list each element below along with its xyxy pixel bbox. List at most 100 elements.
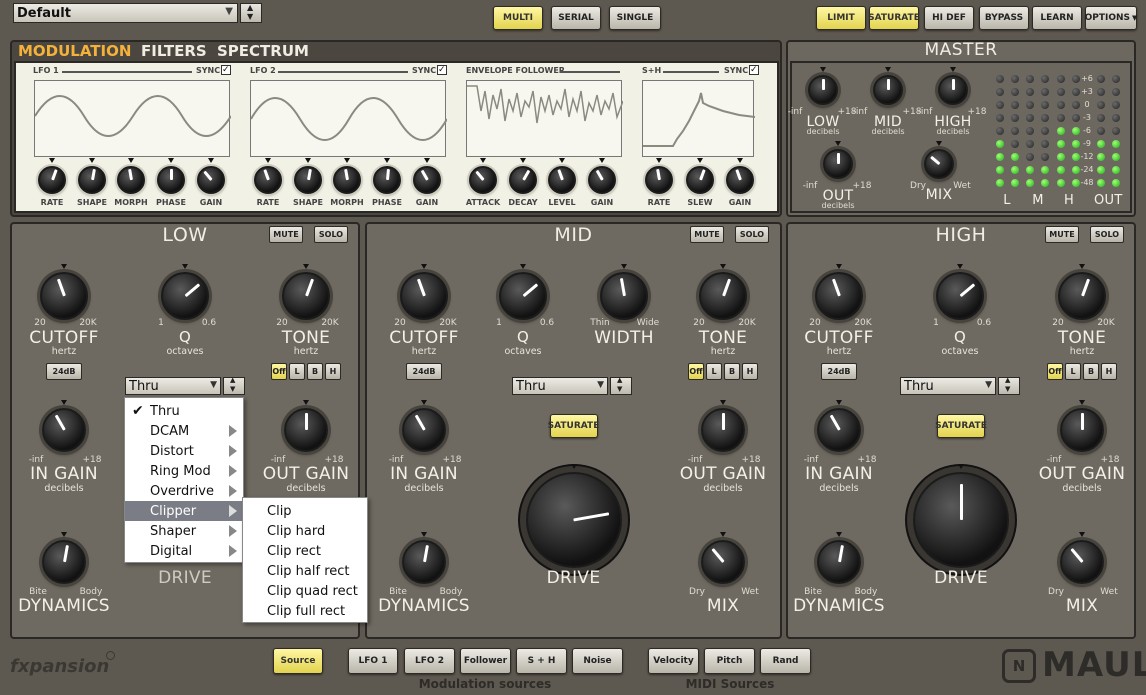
- mod-source-lfo1-button[interactable]: LFO 1: [348, 648, 398, 674]
- mod-knob-lfo2-2[interactable]: [333, 166, 361, 194]
- lfo2-sync-checkbox[interactable]: ✓: [437, 65, 447, 75]
- high-tone-1-button[interactable]: L: [1065, 363, 1081, 380]
- mid-mode-stepper[interactable]: ▲ ▼: [610, 376, 632, 395]
- mid-mute-button[interactable]: MUTE: [690, 226, 724, 243]
- low-tone-3-button[interactable]: H: [325, 363, 341, 380]
- saturate-master-button[interactable]: SATURATE: [868, 6, 920, 30]
- low-q-knob[interactable]: [161, 272, 209, 320]
- high-drive-knob[interactable]: [913, 472, 1009, 568]
- mid-slope-button[interactable]: 24dB: [406, 363, 442, 380]
- options-button[interactable]: OPTIONS ▼: [1085, 6, 1137, 30]
- high-tone-knob[interactable]: [1058, 272, 1106, 320]
- mid-drive-knob[interactable]: [525, 472, 622, 568]
- high-mix-knob[interactable]: [1060, 540, 1104, 584]
- mid-q-knob[interactable]: [499, 272, 547, 320]
- mid-tone-0-button[interactable]: Off: [688, 363, 704, 380]
- mod-knob-lfo1-4[interactable]: [197, 166, 225, 194]
- high-tone-0-button[interactable]: Off: [1047, 363, 1063, 380]
- mod-source-noise-button[interactable]: Noise: [572, 648, 623, 674]
- low-outgain-knob[interactable]: [284, 408, 328, 452]
- low-dynamics-knob[interactable]: [42, 540, 86, 584]
- master-mid-knob[interactable]: [873, 75, 903, 105]
- menu-item-overdrive[interactable]: Overdrive: [125, 481, 243, 501]
- routing-serial-button[interactable]: SERIAL: [551, 6, 601, 30]
- menu-item-shaper[interactable]: Shaper: [125, 521, 243, 541]
- mod-knob-lfo2-3[interactable]: [373, 166, 401, 194]
- mid-mix-knob[interactable]: [701, 540, 745, 584]
- mid-solo-button[interactable]: SOLO: [735, 226, 769, 243]
- low-tone-knob[interactable]: [282, 272, 330, 320]
- bypass-button[interactable]: BYPASS: [979, 6, 1029, 30]
- mod-knob-sh-2[interactable]: [726, 166, 754, 194]
- mod-knob-lfo1-1[interactable]: [78, 166, 106, 194]
- submenu-item-clip-rect[interactable]: Clip rect: [243, 541, 367, 561]
- submenu-item-clip-full-rect[interactable]: Clip full rect: [243, 601, 367, 621]
- mod-knob-lfo2-4[interactable]: [413, 166, 441, 194]
- high-tone-3-button[interactable]: H: [1101, 363, 1117, 380]
- low-tone-0-button[interactable]: Off: [271, 363, 287, 380]
- mod-knob-lfo2-0[interactable]: [254, 166, 282, 194]
- high-tone-2-button[interactable]: B: [1083, 363, 1099, 380]
- mid-ingain-knob[interactable]: [402, 408, 446, 452]
- menu-item-dcam[interactable]: DCAM: [125, 421, 243, 441]
- mid-tone-3-button[interactable]: H: [742, 363, 758, 380]
- high-slope-button[interactable]: 24dB: [821, 363, 857, 380]
- high-ingain-knob[interactable]: [817, 408, 861, 452]
- low-tone-1-button[interactable]: L: [289, 363, 305, 380]
- high-saturate-button[interactable]: SATURATE: [935, 414, 987, 438]
- mod-source-lfo2-button[interactable]: LFO 2: [404, 648, 455, 674]
- low-solo-button[interactable]: SOLO: [314, 226, 348, 243]
- mid-saturate-button[interactable]: SATURATE: [548, 414, 599, 438]
- preset-stepper[interactable]: ▲ ▼: [240, 3, 262, 23]
- mid-dynamics-knob[interactable]: [402, 540, 446, 584]
- menu-item-clipper[interactable]: Clipper: [125, 501, 243, 521]
- hi-def-button[interactable]: HI DEF: [924, 6, 974, 30]
- submenu-item-clip-quad-rect[interactable]: Clip quad rect: [243, 581, 367, 601]
- low-slope-button[interactable]: 24dB: [46, 363, 82, 380]
- submenu-item-clip[interactable]: Clip: [243, 501, 367, 521]
- high-dynamics-knob[interactable]: [817, 540, 861, 584]
- low-cutoff-knob[interactable]: [40, 272, 88, 320]
- mod-knob-sh-1[interactable]: [686, 166, 714, 194]
- lfo1-sync-checkbox[interactable]: ✓: [221, 65, 231, 75]
- tab-filters[interactable]: FILTERS: [141, 42, 207, 60]
- high-solo-button[interactable]: SOLO: [1090, 226, 1124, 243]
- menu-item-ring-mod[interactable]: Ring Mod: [125, 461, 243, 481]
- mod-knob-env-3[interactable]: [588, 166, 616, 194]
- mod-source-sh-button[interactable]: S + H: [516, 648, 567, 674]
- mid-cutoff-knob[interactable]: [400, 272, 448, 320]
- tab-modulation[interactable]: MODULATION: [18, 42, 131, 60]
- master-out-knob[interactable]: [823, 149, 853, 179]
- midi-rand-button[interactable]: Rand: [760, 648, 811, 674]
- menu-item-distort[interactable]: Distort: [125, 441, 243, 461]
- source-button[interactable]: Source: [273, 648, 323, 674]
- sh-sync-checkbox[interactable]: ✓: [749, 65, 759, 75]
- high-mute-button[interactable]: MUTE: [1045, 226, 1079, 243]
- mid-tone-knob[interactable]: [699, 272, 747, 320]
- mod-knob-lfo2-1[interactable]: [294, 166, 322, 194]
- master-low-knob[interactable]: [808, 75, 838, 105]
- menu-item-thru[interactable]: ✔ Thru: [125, 401, 243, 421]
- routing-single-button[interactable]: SINGLE: [609, 6, 661, 30]
- low-tone-2-button[interactable]: B: [307, 363, 323, 380]
- learn-button[interactable]: LEARN: [1032, 6, 1082, 30]
- midi-velocity-button[interactable]: Velocity: [648, 648, 699, 674]
- mid-mode-select[interactable]: Thru ▼: [512, 377, 608, 395]
- mod-knob-env-2[interactable]: [548, 166, 576, 194]
- mid-width-knob[interactable]: [600, 272, 648, 320]
- mod-knob-lfo1-2[interactable]: [117, 166, 145, 194]
- menu-item-digital[interactable]: Digital: [125, 541, 243, 561]
- low-mode-stepper[interactable]: ▲ ▼: [223, 376, 245, 395]
- master-high-knob[interactable]: [938, 75, 968, 105]
- high-mode-select[interactable]: Thru ▼: [900, 377, 996, 395]
- mid-outgain-knob[interactable]: [701, 408, 745, 452]
- mod-knob-sh-0[interactable]: [645, 166, 673, 194]
- mid-tone-1-button[interactable]: L: [706, 363, 722, 380]
- high-outgain-knob[interactable]: [1060, 408, 1104, 452]
- limit-button[interactable]: LIMIT: [816, 6, 866, 30]
- mod-knob-lfo1-3[interactable]: [157, 166, 185, 194]
- mod-knob-lfo1-0[interactable]: [38, 166, 66, 194]
- low-mode-select[interactable]: Thru ▼: [125, 377, 221, 395]
- submenu-item-clip-hard[interactable]: Clip hard: [243, 521, 367, 541]
- high-q-knob[interactable]: [936, 272, 984, 320]
